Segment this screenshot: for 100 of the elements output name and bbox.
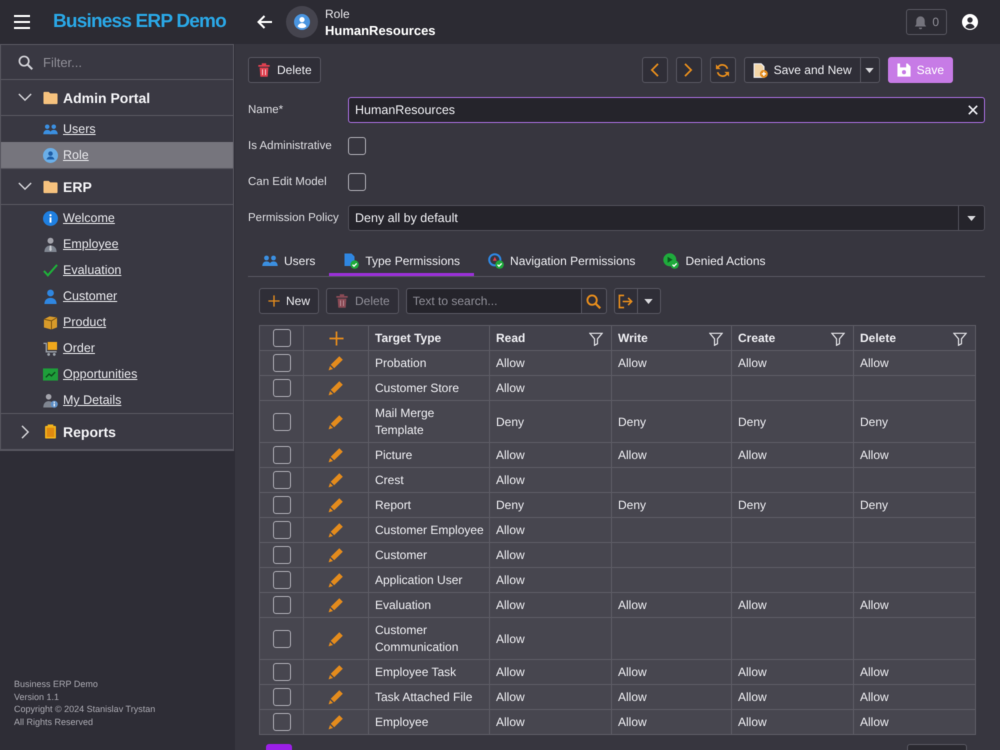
nav-item[interactable]: My Details	[1, 387, 233, 413]
tab[interactable]: Users	[248, 245, 330, 276]
row-checkbox[interactable]	[272, 596, 290, 614]
footer-text: Business ERP Demo	[14, 678, 99, 691]
previous-button[interactable]	[642, 57, 668, 83]
export-button[interactable]	[614, 288, 638, 314]
play-check-icon	[663, 252, 680, 268]
people-icon	[43, 122, 58, 136]
table-cell: Allow	[854, 442, 976, 468]
table-cell: Allow	[612, 660, 732, 684]
nav-group-header[interactable]: ERP	[1, 168, 233, 205]
pencil-icon[interactable]	[328, 355, 344, 371]
pencil-icon[interactable]	[328, 472, 344, 488]
plus-icon[interactable]	[328, 330, 344, 346]
row-checkbox[interactable]	[272, 354, 290, 372]
pencil-icon[interactable]	[328, 522, 344, 538]
pencil-icon[interactable]	[328, 597, 344, 613]
next-button[interactable]	[676, 57, 702, 83]
dropdown-button[interactable]	[860, 57, 880, 83]
table-cell: Application User	[368, 568, 490, 592]
pencil-icon[interactable]	[328, 714, 344, 730]
table-cell: Allow	[612, 592, 732, 618]
table-cell: Deny	[612, 400, 732, 442]
pencil-icon[interactable]	[328, 572, 344, 588]
notification-button[interactable]: 0	[906, 9, 947, 35]
tab[interactable]: Navigation Permissions	[474, 245, 650, 276]
close-icon[interactable]	[968, 105, 978, 115]
filter-icon[interactable]	[589, 332, 603, 346]
row-checkbox[interactable]	[272, 496, 290, 514]
column-header[interactable]: Delete	[854, 326, 976, 350]
field-label: Permission Policy	[248, 212, 340, 224]
table-cell: Deny	[732, 400, 854, 442]
nav-item[interactable]: Employee	[1, 231, 233, 257]
pencil-icon[interactable]	[328, 547, 344, 563]
new-button[interactable]: New	[259, 288, 320, 314]
pencil-icon[interactable]	[328, 497, 344, 513]
folder-icon	[43, 179, 58, 194]
search-field[interactable]: Text to search...	[406, 288, 581, 314]
row-checkbox[interactable]	[272, 630, 290, 648]
pencil-icon[interactable]	[328, 664, 344, 680]
nav-item[interactable]: Product	[1, 309, 233, 335]
bell-icon	[913, 14, 928, 30]
nav-item[interactable]: Order	[1, 335, 233, 361]
document-plus-icon	[752, 62, 768, 78]
select-all-checkbox[interactable]	[272, 329, 290, 347]
checkbox[interactable]	[348, 137, 366, 155]
nav-item[interactable]: Opportunities	[1, 361, 233, 387]
table-cell: Task Attached File	[368, 684, 490, 710]
save-and-new-button[interactable]: Save and New	[744, 57, 861, 83]
pencil-icon[interactable]	[328, 630, 344, 646]
column-header[interactable]: Write	[612, 326, 732, 350]
nav-item[interactable]: Role	[1, 142, 233, 168]
pencil-icon[interactable]	[328, 689, 344, 705]
row-checkbox[interactable]	[272, 571, 290, 589]
table-cell: Allow	[490, 710, 612, 734]
row-checkbox[interactable]	[272, 471, 290, 489]
delete-button[interactable]: Delete	[248, 57, 321, 83]
nav-item[interactable]: Welcome	[1, 205, 233, 231]
pencil-icon[interactable]	[328, 447, 344, 463]
search-button[interactable]	[580, 288, 607, 314]
row-checkbox[interactable]	[272, 546, 290, 564]
row-checkbox[interactable]	[272, 663, 290, 681]
row-checkbox[interactable]	[272, 521, 290, 539]
table-cell: Allow	[490, 684, 612, 710]
menu-icon[interactable]	[14, 15, 30, 29]
text-field[interactable]: HumanResources	[348, 97, 985, 123]
row-checkbox[interactable]	[272, 688, 290, 706]
pencil-icon[interactable]	[328, 414, 344, 430]
table-cell: Allow	[490, 376, 612, 400]
table-cell: Deny	[490, 492, 612, 518]
filter-icon[interactable]	[953, 332, 967, 346]
nav-item[interactable]: Customer	[1, 283, 233, 309]
select-field[interactable]: Deny all by default	[348, 205, 985, 231]
cart-icon	[43, 340, 58, 356]
column-header[interactable]: Read	[490, 326, 612, 350]
tab[interactable]: Type Permissions	[329, 245, 474, 276]
nav-item[interactable]: Users	[1, 116, 233, 142]
row-checkbox[interactable]	[272, 713, 290, 731]
row-checkbox[interactable]	[272, 412, 290, 430]
dropdown-button[interactable]	[638, 288, 661, 314]
person-info-icon	[43, 392, 58, 408]
refresh-button[interactable]	[710, 57, 736, 83]
column-header[interactable]: Create	[732, 326, 854, 350]
nav-group-header[interactable]: Reports	[1, 413, 233, 450]
table-cell: Allow	[612, 684, 732, 710]
table-cell: Allow	[854, 592, 976, 618]
filter-icon[interactable]	[831, 332, 845, 346]
pencil-icon[interactable]	[328, 380, 344, 396]
tab[interactable]: Denied Actions	[649, 245, 780, 276]
back-arrow-icon[interactable]	[256, 15, 272, 29]
account-icon[interactable]	[962, 14, 978, 30]
filter-icon[interactable]	[709, 332, 723, 346]
filter-field[interactable]: Filter...	[43, 54, 203, 70]
row-checkbox[interactable]	[272, 379, 290, 397]
row-checkbox[interactable]	[272, 446, 290, 464]
checkbox[interactable]	[348, 173, 366, 191]
nav-item[interactable]: Evaluation	[1, 257, 233, 283]
column-header[interactable]: Target Type	[368, 326, 490, 350]
folder-icon	[43, 90, 58, 105]
search-icon	[18, 54, 33, 70]
